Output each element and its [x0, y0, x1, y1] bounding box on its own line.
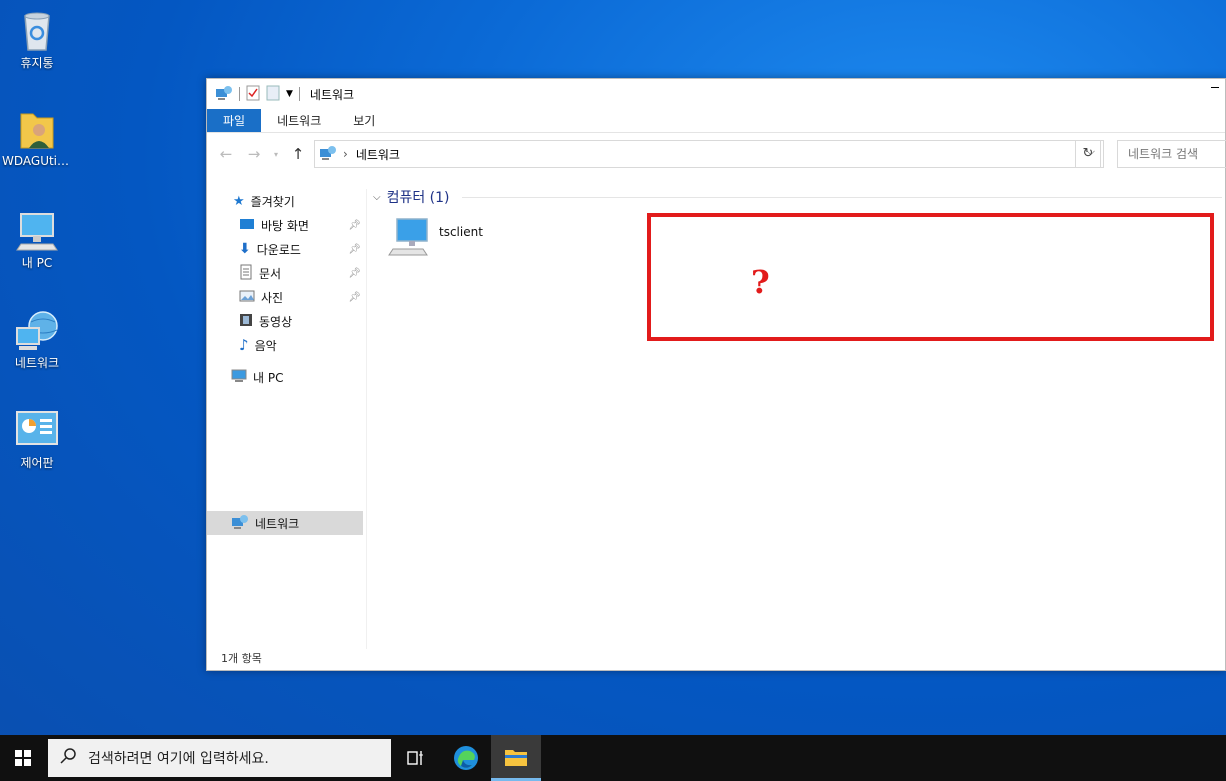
back-arrow-icon[interactable]: ←: [215, 145, 237, 163]
chevron-down-icon[interactable]: ⌵: [373, 192, 381, 203]
status-bar: 1개 항목: [221, 652, 262, 665]
nav-item-label: 바탕 화면: [261, 218, 309, 233]
desktop-icon-label: 내 PC: [21, 256, 53, 270]
download-icon: ⬇: [239, 241, 251, 257]
ribbon-tabs: 파일 네트워크 보기: [207, 109, 1225, 133]
navigation-pane: ★ 즐겨찾기 바탕 화면 📌︎ ⬇ 다운로드 📌︎ 문서 📌︎ 사진 📌︎ 동영…: [207, 189, 367, 649]
nav-item-label: 즐겨찾기: [250, 194, 295, 209]
windows-logo-icon: [15, 750, 31, 766]
nav-item-label: 음악: [254, 338, 277, 353]
content-pane: ⌵ 컴퓨터 (1) tsclient ?: [367, 183, 1225, 648]
new-folder-icon[interactable]: [266, 85, 280, 104]
separator: [298, 87, 300, 101]
desktop-icon-label: WDAGUtili...: [2, 154, 72, 168]
nav-item-desktop[interactable]: 바탕 화면 📌︎: [239, 213, 361, 237]
pin-icon[interactable]: 📌︎: [348, 244, 361, 255]
folder-icon: [505, 749, 527, 766]
group-header[interactable]: ⌵ 컴퓨터 (1): [373, 187, 1222, 207]
nav-item-label: 동영상: [259, 314, 293, 329]
pin-icon[interactable]: 📌︎: [348, 268, 361, 279]
desktop-icon-this-pc[interactable]: 내 PC: [2, 208, 72, 271]
breadcrumb-chevron-icon[interactable]: ›: [343, 147, 348, 161]
star-icon: ★: [233, 193, 245, 209]
user-folder-icon: [15, 108, 59, 152]
network-icon: [231, 514, 249, 533]
minimize-button[interactable]: [1211, 87, 1219, 88]
pin-icon[interactable]: 📌︎: [348, 292, 361, 303]
desktop-icon-control-panel[interactable]: 제어판: [2, 408, 72, 471]
desktop-icon-recycle-bin[interactable]: 휴지통: [2, 8, 72, 71]
title-bar: ▼ 네트워크: [207, 79, 1225, 109]
search-input[interactable]: 네트워크 검색: [1117, 140, 1226, 168]
address-bar[interactable]: › 네트워크 ⌵: [314, 140, 1104, 168]
tab-view[interactable]: 보기: [337, 109, 391, 132]
desktop-icon-label: 제어판: [20, 456, 54, 470]
network-icon: [15, 308, 59, 352]
nav-item-pictures[interactable]: 사진 📌︎: [239, 285, 361, 309]
desktop-icon-network[interactable]: 네트워크: [2, 308, 72, 371]
tab-network[interactable]: 네트워크: [261, 109, 337, 132]
taskbar-search-placeholder: 검색하려면 여기에 입력하세요.: [88, 751, 269, 767]
picture-icon: [239, 290, 255, 305]
refresh-button[interactable]: ↻: [1075, 140, 1101, 168]
edge-icon: [454, 746, 478, 770]
nav-item-label: 사진: [261, 290, 284, 305]
computer-icon: [387, 215, 433, 264]
nav-item-label: 다운로드: [256, 242, 301, 257]
network-icon: [319, 145, 337, 164]
nav-item-label: 네트워크: [255, 516, 300, 531]
forward-arrow-icon[interactable]: →: [243, 145, 265, 163]
desktop-icon-user-folder[interactable]: WDAGUtili...: [2, 108, 72, 168]
nav-item-documents[interactable]: 문서 📌︎: [239, 261, 361, 285]
task-view-button[interactable]: [391, 735, 441, 781]
group-header-label: 컴퓨터 (1): [386, 190, 450, 206]
nav-item-label: 문서: [259, 266, 282, 281]
desktop-icon-label: 네트워크: [14, 356, 60, 370]
tab-file[interactable]: 파일: [207, 109, 262, 132]
separator: [239, 87, 240, 101]
annotation-box: ?: [647, 213, 1214, 341]
properties-icon[interactable]: [246, 85, 260, 104]
document-icon: [239, 264, 253, 283]
task-view-icon: [407, 751, 423, 765]
this-pc-icon: [15, 208, 59, 252]
question-mark: ?: [751, 263, 770, 301]
recycle-bin-icon: [15, 8, 59, 52]
customize-quick-access-icon[interactable]: ▼: [286, 89, 293, 99]
breadcrumb[interactable]: 네트워크: [356, 146, 400, 163]
file-explorer-window: ▼ 네트워크 파일 네트워크 보기 ← → ▾ ↑ › 네트워크 ⌵ ↻ 네트워…: [206, 78, 1226, 671]
network-icon: [215, 85, 233, 104]
up-arrow-icon[interactable]: ↑: [287, 145, 309, 163]
taskbar-file-explorer-button[interactable]: [491, 735, 541, 781]
desktop-icon: [239, 218, 255, 233]
nav-item-quick-access[interactable]: ★ 즐겨찾기: [233, 189, 295, 213]
start-button[interactable]: [0, 735, 46, 781]
film-icon: [239, 313, 253, 330]
divider: [461, 196, 1222, 198]
control-panel-icon: [15, 408, 59, 452]
nav-item-videos[interactable]: 동영상: [239, 309, 292, 333]
list-item[interactable]: tsclient: [387, 215, 483, 264]
music-note-icon: ♪: [239, 336, 249, 354]
taskbar: 검색하려면 여기에 입력하세요.: [0, 735, 1226, 781]
this-pc-icon: [231, 369, 247, 386]
nav-item-network[interactable]: 네트워크: [231, 511, 299, 535]
address-row: ← → ▾ ↑ › 네트워크 ⌵ ↻ 네트워크 검색: [207, 133, 1226, 175]
window-title: 네트워크: [309, 87, 355, 102]
taskbar-edge-button[interactable]: [441, 735, 491, 781]
taskbar-search-input[interactable]: 검색하려면 여기에 입력하세요.: [48, 739, 391, 777]
nav-item-this-pc[interactable]: 내 PC: [231, 365, 283, 389]
nav-item-music[interactable]: ♪ 음악: [239, 333, 277, 357]
item-name: tsclient: [439, 225, 483, 239]
nav-item-label: 내 PC: [253, 370, 284, 385]
nav-item-downloads[interactable]: ⬇ 다운로드 📌︎: [239, 237, 361, 261]
recent-locations-icon[interactable]: ▾: [271, 150, 281, 159]
search-icon: [60, 747, 78, 769]
pin-icon[interactable]: 📌︎: [348, 220, 361, 231]
desktop-icon-label: 휴지통: [20, 56, 54, 70]
